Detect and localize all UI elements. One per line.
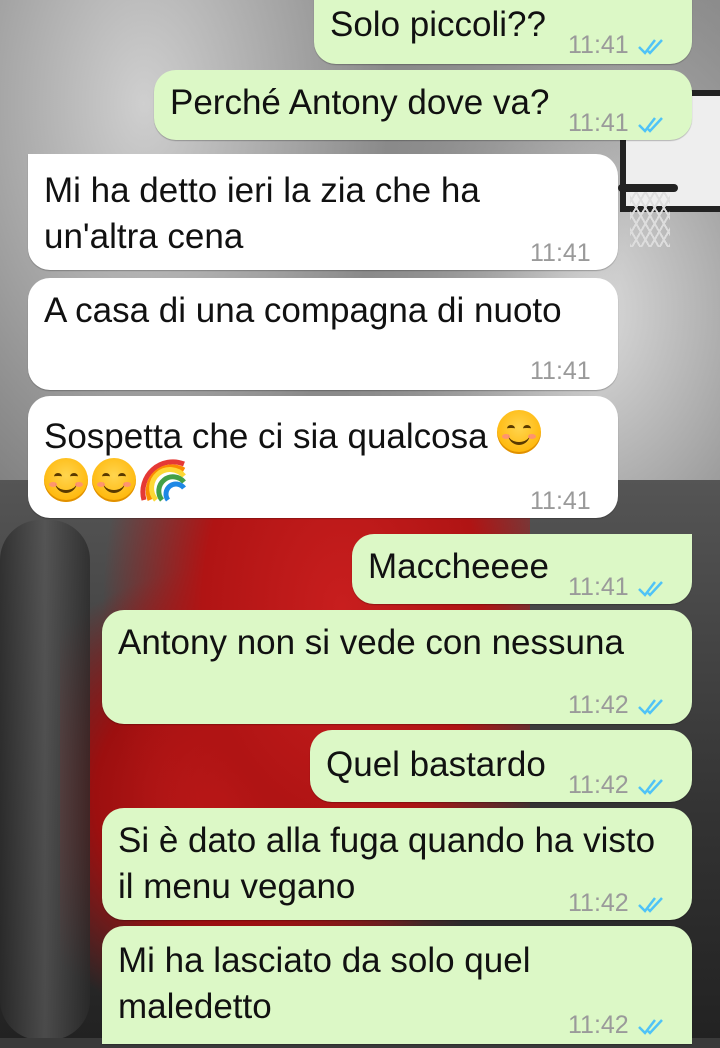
message-time: 11:42 bbox=[568, 682, 667, 728]
message-timestamp: 11:41 bbox=[568, 31, 629, 59]
message-timestamp: 11:41 bbox=[530, 487, 591, 515]
double-check-icon bbox=[637, 779, 663, 795]
message-bubble-outgoing[interactable]: Si è dato alla fuga quando ha visto il m… bbox=[102, 808, 692, 920]
wallpaper-rim bbox=[618, 184, 678, 192]
message-time: 11:41 bbox=[530, 478, 591, 524]
wallpaper-arm bbox=[0, 520, 90, 1038]
message-text: Antony non si vede con nessuna bbox=[118, 623, 624, 662]
message-timestamp: 11:42 bbox=[568, 1011, 629, 1039]
message-time: 11:41 bbox=[530, 348, 591, 394]
message-text: Solo piccoli?? bbox=[330, 5, 546, 44]
message-time: 11:41 bbox=[568, 22, 667, 68]
message-time: 11:41 bbox=[530, 230, 591, 276]
smiling-face-icon bbox=[497, 410, 542, 454]
message-time: 11:42 bbox=[568, 880, 667, 926]
double-check-icon bbox=[637, 39, 663, 55]
message-bubble-incoming[interactable]: A casa di una compagna di nuoto 11:41 bbox=[28, 278, 618, 390]
message-bubble-outgoing[interactable]: Maccheeee 11:41 bbox=[352, 534, 692, 604]
double-check-icon bbox=[637, 699, 663, 715]
message-time: 11:41 bbox=[568, 564, 667, 610]
emoji-line bbox=[44, 458, 188, 508]
message-text: Quel bastardo bbox=[326, 745, 546, 784]
message-text-line: Sospetta che ci sia qualcosa bbox=[44, 417, 488, 456]
message-timestamp: 11:41 bbox=[530, 357, 591, 385]
message-time: 11:42 bbox=[568, 1002, 667, 1048]
message-bubble-outgoing[interactable]: Quel bastardo 11:42 bbox=[310, 730, 692, 802]
message-timestamp: 11:41 bbox=[530, 239, 591, 267]
message-text: Sospetta che ci sia qualcosa bbox=[44, 410, 545, 460]
double-check-icon bbox=[637, 117, 663, 133]
message-bubble-incoming[interactable]: Mi ha detto ieri la zia che ha un'altra … bbox=[28, 154, 618, 270]
message-bubble-incoming[interactable]: Sospetta che ci sia qualcosa 11:41 bbox=[28, 396, 618, 518]
message-text: Mi ha detto ieri la zia che ha un'altra … bbox=[44, 171, 480, 256]
message-text: Mi ha lasciato da solo quel maledetto bbox=[118, 941, 531, 1026]
message-text: Perché Antony dove va? bbox=[170, 83, 550, 122]
message-timestamp: 11:42 bbox=[568, 691, 629, 719]
message-bubble-outgoing[interactable]: Perché Antony dove va? 11:41 bbox=[154, 70, 692, 140]
smiling-face-icon bbox=[44, 458, 88, 502]
message-bubble-outgoing[interactable]: Antony non si vede con nessuna 11:42 bbox=[102, 610, 692, 724]
message-time: 11:42 bbox=[568, 762, 667, 808]
message-text: Maccheeee bbox=[368, 547, 549, 586]
message-timestamp: 11:42 bbox=[568, 889, 629, 917]
double-check-icon bbox=[637, 581, 663, 597]
message-bubble-outgoing[interactable]: Solo piccoli?? 11:41 bbox=[314, 0, 692, 64]
smiling-face-icon bbox=[92, 458, 136, 502]
message-timestamp: 11:41 bbox=[568, 573, 629, 601]
message-timestamp: 11:41 bbox=[568, 109, 629, 137]
double-check-icon bbox=[637, 1019, 663, 1035]
rainbow-icon bbox=[140, 459, 186, 502]
message-text: A casa di una compagna di nuoto bbox=[44, 291, 562, 330]
wallpaper-net bbox=[630, 192, 670, 247]
message-time: 11:41 bbox=[568, 100, 667, 146]
message-timestamp: 11:42 bbox=[568, 771, 629, 799]
message-bubble-outgoing[interactable]: Mi ha lasciato da solo quel maledetto 11… bbox=[102, 926, 692, 1044]
double-check-icon bbox=[637, 897, 663, 913]
